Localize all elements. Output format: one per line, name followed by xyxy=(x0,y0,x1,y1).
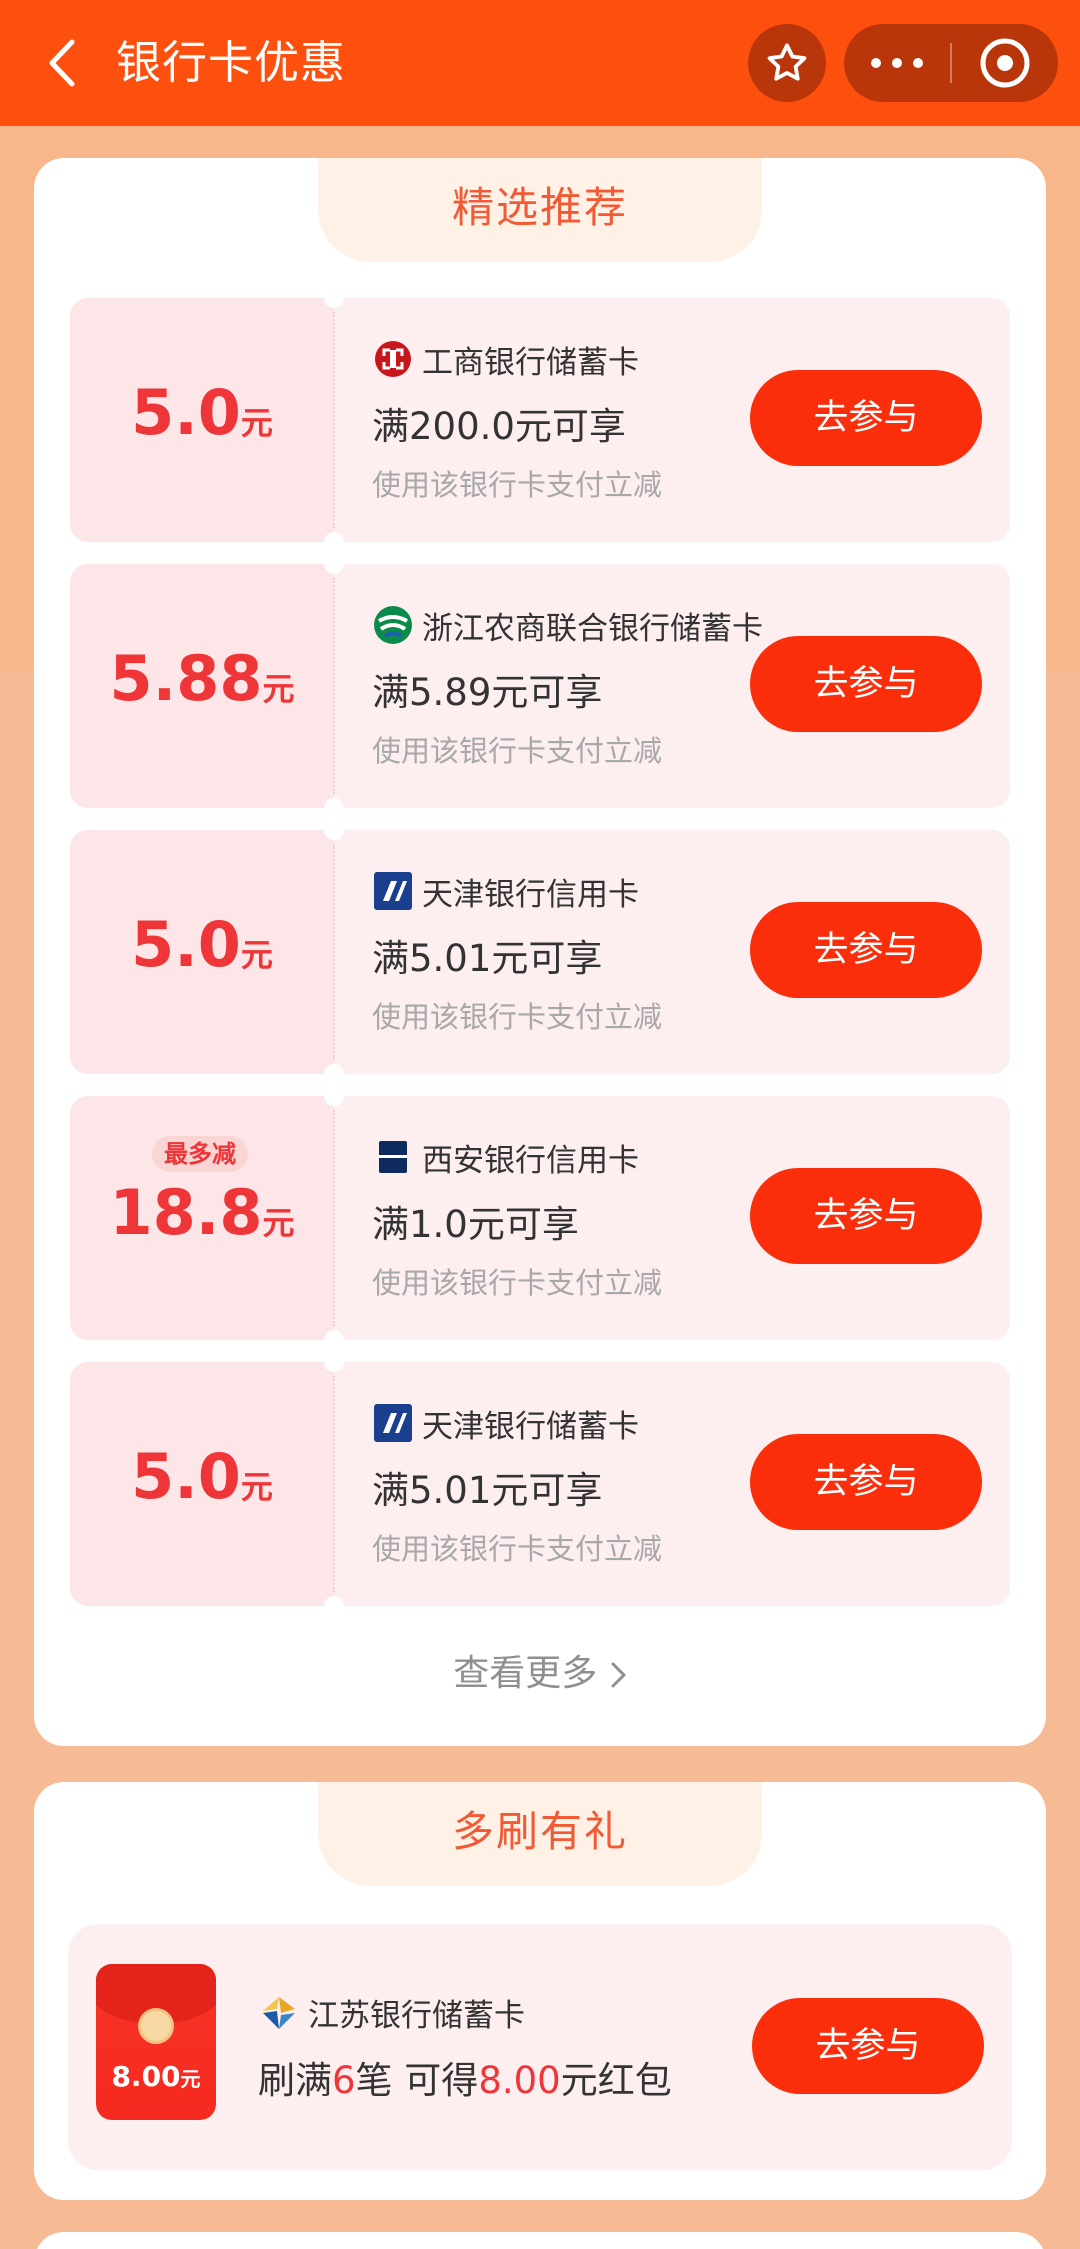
bank-of-jiangsu-logo-icon xyxy=(258,1992,300,2034)
offer-note: 使用该银行卡支付立减 xyxy=(372,734,663,768)
reward-condition: 刷满6笔 可得8.00元红包 xyxy=(258,2059,672,2102)
bank-of-tianjin-logo-icon xyxy=(372,870,414,912)
page-title: 银行卡优惠 xyxy=(116,36,347,89)
see-more-link[interactable]: 查看更多 xyxy=(34,1644,1046,1696)
discount-amount: 18.8元 xyxy=(109,1176,295,1249)
max-discount-badge: 最多减 xyxy=(152,1136,248,1172)
zhejiang-rural-bank-logo-icon xyxy=(372,604,414,646)
section-title: 多刷有礼 xyxy=(318,1782,762,1886)
offer-condition: 满1.0元可享 xyxy=(372,1203,579,1246)
more-button[interactable] xyxy=(844,24,950,102)
multi-swipe-panel: 多刷有礼 8.00元 江苏银行储蓄卡 刷满6笔 可得8.00元红包 去参与 xyxy=(34,1782,1046,2200)
offer-condition: 满5.89元可享 xyxy=(372,671,603,714)
bank-info: 江苏银行储蓄卡 xyxy=(258,1990,525,2035)
bank-info: 西安银行信用卡 xyxy=(372,1136,639,1179)
offer-card: 5.0元 天津银行信用卡 满5.01元可享 使用该银行卡支付立减 去参与 xyxy=(70,820,1010,1084)
offer-condition: 满5.01元可享 xyxy=(372,937,603,980)
discount-amount: 5.0元 xyxy=(131,1440,273,1513)
favorite-button[interactable] xyxy=(748,24,826,102)
target-close-icon xyxy=(980,38,1030,88)
miniprogram-capsule xyxy=(844,24,1058,102)
more-dots-icon xyxy=(871,58,923,68)
offer-note: 使用该银行卡支付立减 xyxy=(372,468,663,502)
offer-card: 5.0元 天津银行储蓄卡 满5.01元可享 使用该银行卡支付立减 去参与 xyxy=(70,1352,1010,1616)
offer-card: 5.0元 工商银行储蓄卡 满200.0元可享 使用该银行卡支付立减 去参与 xyxy=(70,288,1010,552)
chevron-right-icon xyxy=(611,1662,626,1688)
bank-info: 浙江农商联合银行储蓄卡 xyxy=(372,604,763,647)
bank-info: 天津银行信用卡 xyxy=(372,870,639,913)
red-packet-icon: 8.00元 xyxy=(96,1964,216,2120)
bank-of-tianjin-logo-icon xyxy=(372,1402,414,1444)
bank-of-xian-logo-icon xyxy=(372,1136,414,1178)
offer-note: 使用该银行卡支付立减 xyxy=(372,1266,663,1300)
offer-card: 5.88元 浙江农商联合银行储蓄卡 满5.89元可享 使用该银行卡支付立减 去参… xyxy=(70,554,1010,818)
bank-info: 天津银行储蓄卡 xyxy=(372,1402,639,1445)
close-miniprogram-button[interactable] xyxy=(952,24,1058,102)
featured-panel: 精选推荐 5.0元 工商银行储蓄卡 满200.0元可享 使用该银行卡支付立减 去… xyxy=(34,158,1046,1746)
nav-bar: 银行卡优惠 xyxy=(0,0,1080,126)
discount-amount: 5.88元 xyxy=(109,642,295,715)
join-button[interactable]: 去参与 xyxy=(750,636,982,732)
star-icon xyxy=(767,43,807,81)
join-button[interactable]: 去参与 xyxy=(752,1998,984,2094)
reward-card: 8.00元 江苏银行储蓄卡 刷满6笔 可得8.00元红包 去参与 xyxy=(68,1924,1012,2170)
join-button[interactable]: 去参与 xyxy=(750,902,982,998)
offer-condition: 满200.0元可享 xyxy=(372,405,626,448)
join-button[interactable]: 去参与 xyxy=(750,1168,982,1264)
bank-info: 工商银行储蓄卡 xyxy=(372,338,639,381)
next-panel xyxy=(34,2232,1046,2249)
join-button[interactable]: 去参与 xyxy=(750,1434,982,1530)
offer-note: 使用该银行卡支付立减 xyxy=(372,1000,663,1034)
offer-condition: 满5.01元可享 xyxy=(372,1469,603,1512)
chevron-left-icon xyxy=(49,39,75,87)
icbc-logo-icon xyxy=(372,338,414,380)
offer-card: 最多减 18.8元 西安银行信用卡 满1.0元可享 使用该银行卡支付立减 去参与 xyxy=(70,1086,1010,1350)
discount-amount: 5.0元 xyxy=(131,376,273,449)
section-title: 精选推荐 xyxy=(318,158,762,262)
offer-note: 使用该银行卡支付立减 xyxy=(372,1532,663,1566)
join-button[interactable]: 去参与 xyxy=(750,370,982,466)
discount-amount: 5.0元 xyxy=(131,908,273,981)
back-button[interactable] xyxy=(36,30,86,96)
